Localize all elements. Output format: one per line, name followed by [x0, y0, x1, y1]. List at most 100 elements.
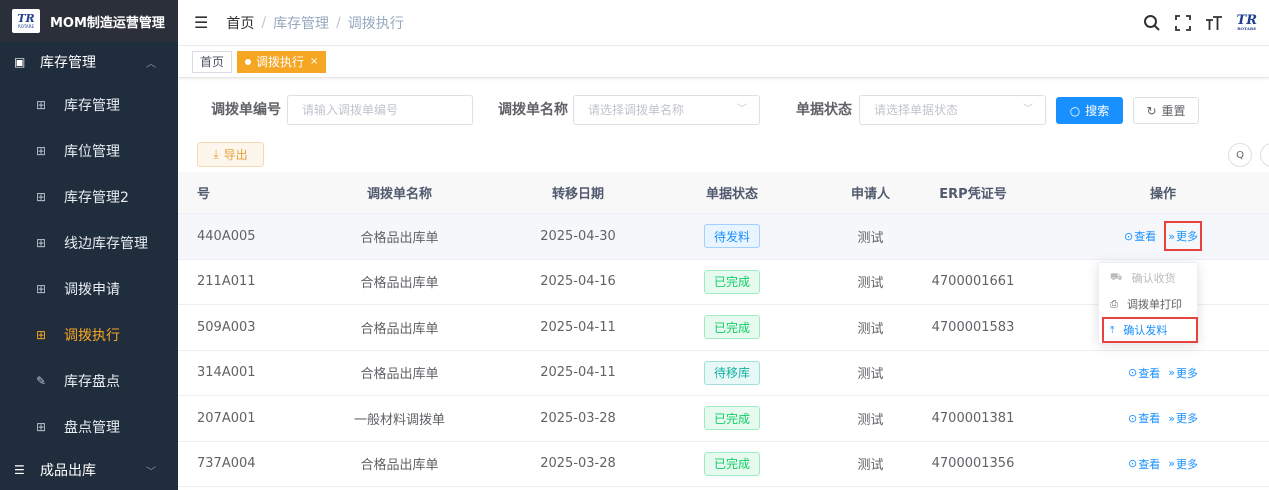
cell-applicant: 测试 [857, 321, 884, 337]
search-icon: ○ [1069, 103, 1081, 118]
sidebar-item-2[interactable]: ⊞ 库存管理2 [0, 174, 178, 220]
code-placeholder: 请输入调拨单编号 [302, 103, 399, 117]
dropdown-item-1[interactable]: ⎙ 调拨单打印 [1099, 291, 1197, 317]
status-label: 单据状态 [796, 102, 852, 118]
col-header-code: 号 [197, 187, 211, 202]
edit-icon: ✎ [36, 374, 47, 388]
cell-name: 合格品出库单 [360, 230, 439, 246]
double-chevron-icon: » [1168, 229, 1175, 243]
cell-actions: ⊙查看 »更多 [1098, 351, 1228, 396]
dropdown-item-label: 确认发料 [1123, 324, 1168, 337]
sidebar-submenu: ⊞ 库存管理 ⊞ 库位管理 ⊞ 库存管理2 ⊞ 线边库存管理 ⊞ 调拨申请 ⊞ 调拨执行 ✎ 库存盘点 ⊞ 盘… [0, 82, 178, 450]
cell-erp [918, 351, 1028, 396]
refresh-icon: ↻ [1146, 103, 1157, 118]
cell-name: 合格品出库单 [360, 458, 439, 474]
grid-icon: ⊞ [36, 420, 47, 434]
refresh-table-icon[interactable] [1260, 143, 1269, 167]
cell-date: 2025-04-11 [540, 365, 616, 381]
sidebar-group-finished-goods[interactable]: ☰ 成品出库 ﹀ [0, 450, 178, 490]
cell-applicant: 测试 [857, 412, 884, 428]
col-header-applicant: 申请人 [850, 187, 890, 202]
sidebar-item-7[interactable]: ⊞ 盘点管理 [0, 404, 178, 450]
sidebar-item-label: 库存盘点 [64, 374, 120, 390]
app-title: MOM制造运营管理 [50, 15, 165, 31]
sidebar-item-4[interactable]: ⊞ 调拨申请 [0, 266, 178, 312]
sidebar-item-6[interactable]: ✎ 库存盘点 [0, 358, 178, 404]
status-placeholder: 请选择单据状态 [874, 103, 959, 117]
breadcrumb-home[interactable]: 首页 [226, 13, 254, 33]
upload-icon: ⤒ [1110, 324, 1115, 336]
sidebar-item-label: 库存管理2 [64, 190, 129, 206]
tag-label: 首页 [200, 55, 225, 69]
more-link[interactable]: » 更多 [1168, 456, 1198, 472]
cell-date: 2025-03-28 [540, 410, 616, 426]
view-link[interactable]: ⊙ 查看 [1128, 456, 1160, 472]
table-row[interactable]: 314A001 合格品出库单 2025-04-11 待移库 测试 ⊙ 查看 » 更多 [178, 351, 1269, 396]
code-input[interactable]: 请输入调拨单编号 [287, 95, 473, 125]
cell-name: 合格品出库单 [360, 367, 439, 383]
search-button[interactable]: ○ 搜索 [1056, 97, 1123, 124]
view-label: 查看 [1138, 412, 1161, 426]
table-row[interactable]: 207A001 一般材料调拨单 2025-03-28 已完成 测试 4700001381 ⊙… [178, 396, 1269, 442]
reset-button[interactable]: ↻ 重置 [1133, 97, 1199, 124]
cell-name: 合格品出库单 [360, 276, 439, 292]
sidebar-item-5[interactable]: ⊞ 调拨执行 [0, 312, 178, 358]
chevron-up-icon: ︿ [146, 58, 156, 70]
name-select[interactable]: 请选择调拨单名称 ﹀ [573, 95, 760, 125]
view-link[interactable]: ⊙ 查看 [1124, 228, 1156, 244]
col-header-name: 调拨单名称 [366, 187, 432, 202]
more-link[interactable]: » 更多 [1168, 365, 1198, 381]
sidebar-item-label: 库位管理 [64, 144, 120, 160]
font-size-icon[interactable] [1205, 15, 1223, 31]
view-link[interactable]: ⊙ 查看 [1128, 365, 1160, 381]
eye-icon: ⊙ [1124, 229, 1134, 243]
breadcrumb: 首页 / 库存管理 / 调拨执行 [226, 13, 403, 33]
active-dot-icon [245, 58, 252, 65]
eye-icon: ⊙ [1128, 457, 1138, 471]
view-link[interactable]: ⊙ 查看 [1128, 410, 1160, 426]
sidebar-item-1[interactable]: ⊞ 库位管理 [0, 128, 178, 174]
more-link[interactable]: » 更多 [1164, 221, 1202, 252]
col-header-date: 转移日期 [551, 187, 604, 202]
col-header-status: 单据状态 [705, 187, 758, 202]
view-label: 查看 [1134, 230, 1157, 244]
cell-date: 2025-04-11 [540, 319, 616, 335]
status-badge: 已完成 [703, 406, 760, 431]
status-select[interactable]: 请选择单据状态 ﹀ [859, 95, 1046, 125]
eye-icon: ⊙ [1128, 411, 1138, 425]
double-chevron-icon: » [1168, 366, 1175, 380]
more-link[interactable]: » 更多 [1168, 410, 1198, 426]
sidebar: TR ROTARE MOM制造运营管理 ▣ 库存管理 ︿ ⊞ 库存管理 ⊞ 库位管理 ⊞… [0, 0, 178, 490]
sidebar-item-0[interactable]: ⊞ 库存管理 [0, 82, 178, 128]
table-row[interactable]: 440A005 合格品出库单 2025-04-30 待发料 测试 ⊙ 查看 » 更多 [178, 214, 1269, 260]
cell-status: 已完成 [668, 305, 796, 350]
cell-code: 509A003 [197, 319, 256, 335]
grid-icon: ⊞ [36, 190, 47, 204]
fullscreen-icon[interactable] [1174, 15, 1191, 31]
cell-applicant: 测试 [857, 276, 884, 292]
printer-icon: ⎙ [1110, 298, 1118, 310]
dropdown-item-2[interactable]: ⤒ 确认发料 [1102, 317, 1198, 343]
grid-icon: ⊞ [36, 144, 47, 158]
cell-applicant: 测试 [857, 367, 884, 383]
cell-status: 已完成 [668, 260, 796, 305]
sidebar-item-3[interactable]: ⊞ 线边库存管理 [0, 220, 178, 266]
toggle-search-icon[interactable]: Q [1228, 143, 1252, 167]
hamburger-toggle-icon[interactable]: ☰ [194, 13, 208, 32]
tag-home[interactable]: 首页 [192, 50, 233, 73]
dropdown-item-label: 调拨单打印 [1127, 298, 1182, 311]
status-badge: 已完成 [703, 451, 760, 476]
close-icon[interactable]: × [310, 56, 318, 67]
cell-code: 314A001 [197, 365, 256, 381]
logo-row: TR ROTARE MOM制造运营管理 [0, 0, 178, 42]
cell-name: 一般材料调拨单 [353, 412, 445, 428]
search-icon[interactable] [1143, 14, 1161, 32]
tag-transfer-execution[interactable]: 调拨执行 × [237, 50, 327, 73]
grid-icon: ⊞ [36, 236, 47, 250]
table-row[interactable]: 737A004 合格品出库单 2025-03-28 已完成 测试 4700001356 ⊙ 查… [178, 442, 1269, 487]
export-button[interactable]: ⤓ 导出 [197, 142, 264, 167]
more-label: 更多 [1175, 366, 1198, 380]
more-label: 更多 [1175, 412, 1198, 426]
sidebar-group-inventory[interactable]: ▣ 库存管理 ︿ [0, 42, 178, 82]
user-avatar-logo[interactable]: TR ROTARE [1237, 14, 1257, 31]
